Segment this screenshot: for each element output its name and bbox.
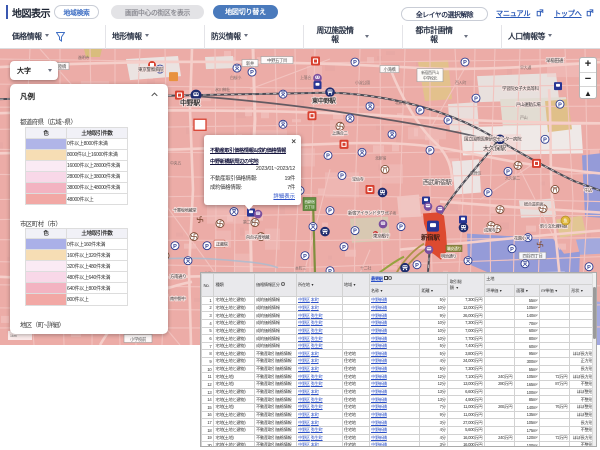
svg-text:花園小: 花園小 xyxy=(514,235,527,242)
svg-text:本町三: 本町三 xyxy=(295,265,306,271)
svg-text:戸山運動広場: 戸山運動広場 xyxy=(516,101,541,108)
svg-text:国立国際医療研究センター病院: 国立国際医療研究センター病院 xyxy=(464,135,522,142)
svg-text:五丁目: 五丁目 xyxy=(305,204,315,209)
svg-text:上落合二: 上落合二 xyxy=(332,129,348,136)
svg-text:方南通り: 方南通り xyxy=(170,273,186,280)
svg-text:小学校前: 小学校前 xyxy=(130,336,147,343)
svg-text:十貫坂地蔵堂: 十貫坂地蔵堂 xyxy=(173,207,196,214)
svg-text:南中野中: 南中野中 xyxy=(170,295,186,302)
svg-text:大久保駅: 大久保駅 xyxy=(483,144,506,152)
svg-text:西武新宿駅: 西武新宿駅 xyxy=(423,178,452,186)
svg-text:戸山: 戸山 xyxy=(520,114,528,120)
svg-text:上落合: 上落合 xyxy=(300,74,311,80)
svg-text:大久保二: 大久保二 xyxy=(505,174,520,180)
svg-text:小淀公園: 小淀公園 xyxy=(355,79,370,85)
svg-text:成子坂: 成子坂 xyxy=(385,210,396,216)
svg-text:進明寺: 進明寺 xyxy=(78,54,89,60)
svg-text:牛込: 牛込 xyxy=(584,186,593,193)
svg-text:百人町: 百人町 xyxy=(455,80,466,85)
svg-text:宝仙寺: 宝仙寺 xyxy=(352,175,364,182)
svg-text:新宿西戸山: 新宿西戸山 xyxy=(421,70,439,75)
svg-text:早大通: 早大通 xyxy=(520,64,531,70)
svg-text:職安通り: 職安通り xyxy=(447,246,461,251)
svg-text:早稲田通: 早稲田通 xyxy=(546,57,564,64)
svg-text:氷川神社: 氷川神社 xyxy=(215,86,230,92)
svg-text:1km: 1km xyxy=(10,334,17,338)
svg-text:東中野駅: 東中野駅 xyxy=(312,97,337,105)
svg-text:総合芸術高: 総合芸術高 xyxy=(524,201,544,208)
svg-text:新宿アイランドタワー: 新宿アイランドタワー xyxy=(348,210,389,217)
svg-text:学習院女子大高等科: 学習院女子大高等科 xyxy=(502,85,540,92)
svg-text:新井: 新井 xyxy=(246,60,255,67)
svg-text:中学校北: 中学校北 xyxy=(423,76,437,81)
svg-text:東京警察病院: 東京警察病院 xyxy=(138,66,164,73)
svg-text:北新宿: 北新宿 xyxy=(375,154,386,160)
svg-text:中野駅: 中野駅 xyxy=(180,98,201,107)
svg-text:第二中: 第二中 xyxy=(243,219,254,225)
svg-text:正蔵院: 正蔵院 xyxy=(216,241,228,248)
svg-text:小滝橋: 小滝橋 xyxy=(384,66,397,73)
svg-text:成覚寺: 成覚寺 xyxy=(484,227,496,234)
svg-text:中野五丁目: 中野五丁目 xyxy=(267,57,287,64)
svg-text:四谷四丁目: 四谷四丁目 xyxy=(523,253,543,260)
svg-text:新宿駅: 新宿駅 xyxy=(420,233,440,242)
svg-text:白桜小: 白桜小 xyxy=(230,74,241,80)
svg-text:中央五: 中央五 xyxy=(170,159,181,165)
svg-text:十二社: 十二社 xyxy=(360,265,371,271)
svg-text:向台子育地蔵: 向台子育地蔵 xyxy=(246,234,270,241)
svg-text:歌舞伎: 歌舞伎 xyxy=(470,169,481,175)
svg-text:北新宿二: 北新宿二 xyxy=(395,99,410,105)
svg-text:東京都庁: 東京都庁 xyxy=(373,233,390,240)
svg-text:明治通り: 明治通り xyxy=(441,253,457,260)
svg-text:魚: 魚 xyxy=(563,218,568,225)
svg-text:西新宿: 西新宿 xyxy=(305,199,316,204)
